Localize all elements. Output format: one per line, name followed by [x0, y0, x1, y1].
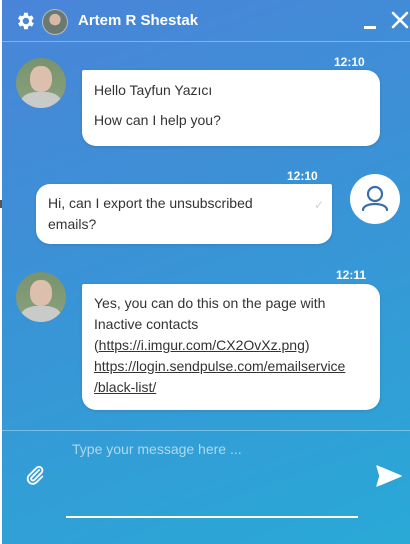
close-icon[interactable] [390, 10, 410, 30]
sendpulse-link-continued[interactable]: /black-list/ [94, 379, 156, 395]
message-text: (https://i.imgur.com/CX2OvXz.png) [94, 335, 368, 356]
send-icon[interactable] [376, 465, 402, 487]
avatar [42, 9, 68, 35]
avatar [16, 272, 66, 322]
minimize-icon[interactable] [364, 26, 376, 29]
avatar [16, 58, 66, 108]
message-text: Inactive contacts [94, 316, 199, 332]
chat-widget: Artem R Shestak 12:10 Hello Tayfun Yazıc… [2, 0, 410, 544]
read-check-icon: ✓ [314, 198, 325, 212]
message-time: 12:10 [287, 169, 318, 183]
user-icon [361, 185, 389, 212]
message-composer: Type your message here ... [2, 430, 410, 544]
message-text: How can I help you? [94, 112, 221, 128]
message-text: emails? [48, 216, 97, 232]
message-time: 12:11 [336, 268, 367, 282]
incoming-message: Hello Tayfun Yazıcı How can I help you? [82, 70, 380, 146]
input-underline [66, 516, 358, 518]
message-time: 12:10 [334, 55, 365, 69]
message-text: Hello Tayfun Yazıcı [94, 82, 213, 98]
outgoing-message: Hi, can I export the unsubscribed emails… [36, 184, 332, 244]
message-text: ) [304, 337, 310, 353]
incoming-message: Yes, you can do this on the page with In… [82, 284, 380, 410]
chat-header: Artem R Shestak [2, 0, 410, 42]
sendpulse-link[interactable]: https://login.sendpulse.com/emailservice [94, 358, 345, 374]
paperclip-icon[interactable] [24, 463, 46, 487]
message-input[interactable]: Type your message here ... [72, 441, 242, 457]
user-avatar [350, 174, 400, 224]
operator-name: Artem R Shestak [78, 12, 199, 29]
message-text: Hi, can I export the unsubscribed [48, 195, 253, 211]
gear-icon[interactable] [14, 10, 36, 32]
message-text: Yes, you can do this on the page with [94, 295, 326, 311]
imgur-link[interactable]: https://i.imgur.com/CX2OvXz.png [99, 337, 305, 353]
